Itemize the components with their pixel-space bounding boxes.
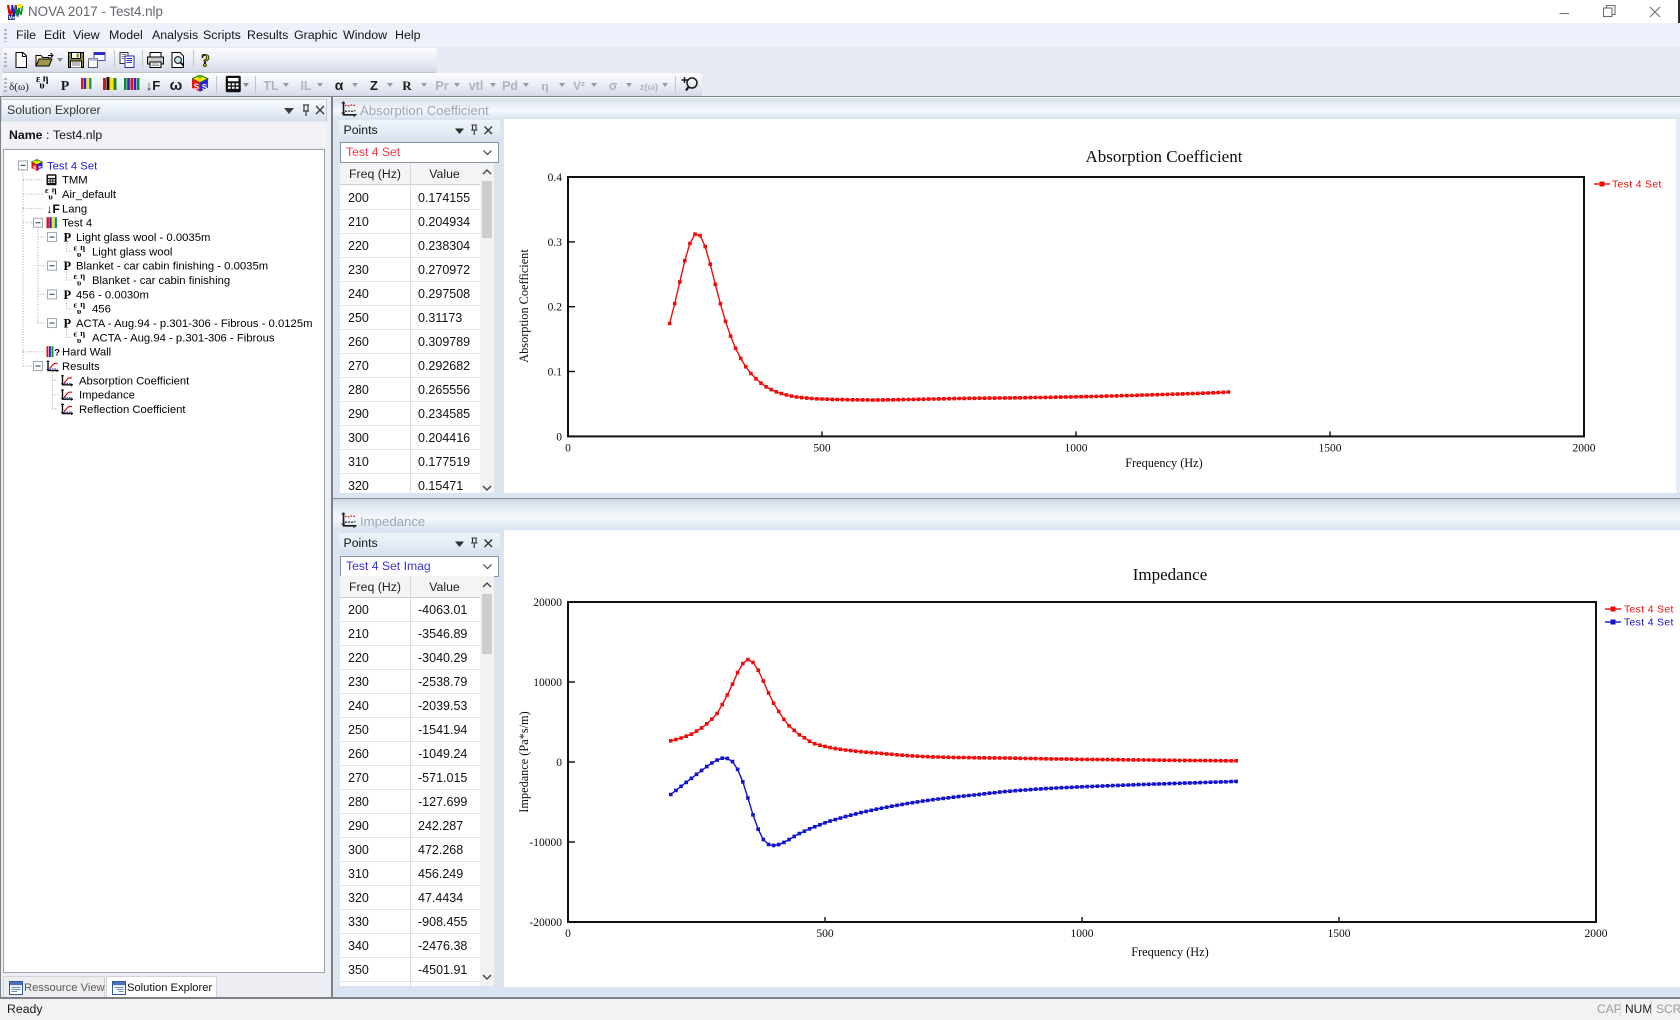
svg-text:S: S (33, 165, 37, 171)
svg-text:α: α (335, 77, 344, 93)
svg-text:Absorption Coefficient: Absorption Coefficient (517, 249, 531, 363)
svg-text:Light glass wool - 0.0035m: Light glass wool - 0.0035m (76, 232, 210, 244)
svg-text:Blanket - car cabin finishing: Blanket - car cabin finishing (92, 275, 230, 287)
svg-text:-20000: -20000 (529, 917, 562, 929)
svg-text:2000: 2000 (1573, 442, 1596, 454)
svg-text:?: ? (54, 348, 60, 359)
svg-text:σ: σ (609, 79, 618, 93)
svg-text:Frequency (Hz): Frequency (Hz) (1125, 456, 1203, 470)
svg-text:Reflection Coefficient: Reflection Coefficient (79, 404, 186, 416)
svg-text:Hard Wall: Hard Wall (62, 347, 111, 359)
svg-text:Impedance: Impedance (79, 390, 135, 402)
svg-text:Blanket - car cabin finishing: Blanket - car cabin finishing - 0.0035m (76, 261, 268, 273)
svg-text:υ: υ (48, 192, 53, 202)
svg-text:10000: 10000 (533, 677, 562, 689)
svg-text:456 - 0.0030m: 456 - 0.0030m (76, 289, 149, 301)
svg-text:υ: υ (77, 278, 82, 288)
svg-text:500: 500 (816, 928, 834, 940)
svg-text:0.4: 0.4 (548, 172, 563, 184)
svg-text:456: 456 (92, 304, 111, 316)
svg-text:Absorption Coefficient: Absorption Coefficient (1086, 147, 1243, 166)
svg-text:Test 4 Set: Test 4 Set (1624, 605, 1674, 616)
svg-text:Absorption Coefficient: Absorption Coefficient (79, 375, 190, 387)
svg-text:TMM: TMM (62, 175, 88, 187)
svg-text:δ(ω): δ(ω) (9, 81, 29, 93)
svg-text:ω: ω (170, 77, 183, 94)
svg-text:Test 4 Set: Test 4 Set (1624, 618, 1674, 629)
svg-text:P: P (64, 231, 72, 245)
svg-text:0: 0 (565, 928, 571, 940)
svg-text:0.1: 0.1 (548, 367, 563, 379)
svg-text:ACTA - Aug.94 - p.301-306 - Fi: ACTA - Aug.94 - p.301-306 - Fibrous - 0.… (76, 318, 313, 330)
svg-text:η: η (541, 78, 548, 93)
svg-text:↓F: ↓F (47, 202, 60, 216)
svg-text:500: 500 (813, 442, 831, 454)
svg-text:0.3: 0.3 (548, 237, 563, 249)
svg-text:Air_default: Air_default (62, 189, 117, 201)
svg-text:P: P (64, 259, 72, 273)
svg-text:Impedance: Impedance (1133, 565, 1208, 584)
svg-text:υ: υ (77, 335, 82, 345)
svg-text:υ: υ (77, 306, 82, 316)
svg-text:Test 4 Set: Test 4 Set (1612, 180, 1662, 191)
svg-text:Mec: Mec (9, 16, 19, 22)
svg-text:?: ? (201, 51, 210, 69)
svg-text:P: P (64, 317, 72, 331)
svg-text:1500: 1500 (1328, 928, 1351, 940)
svg-text:0.2: 0.2 (548, 302, 563, 314)
svg-text:Frequency (Hz): Frequency (Hz) (1131, 945, 1209, 959)
svg-text:0: 0 (556, 757, 562, 769)
svg-text:-10000: -10000 (529, 837, 562, 849)
svg-text:S: S (38, 166, 42, 172)
svg-text:z(ω): z(ω) (640, 82, 658, 92)
svg-text:1000: 1000 (1065, 442, 1088, 454)
svg-text:0: 0 (565, 442, 571, 454)
svg-text:R: R (402, 78, 412, 93)
svg-text:Lang: Lang (62, 203, 87, 215)
svg-text:Test 4 Set: Test 4 Set (47, 160, 98, 172)
svg-text:υ: υ (77, 249, 82, 259)
svg-text:1000: 1000 (1071, 928, 1094, 940)
svg-text:Test 4: Test 4 (62, 218, 92, 230)
svg-text:ACTA - Aug.94 - p.301-306 - Fi: ACTA - Aug.94 - p.301-306 - Fibrous (92, 332, 275, 344)
svg-text:2000: 2000 (1585, 928, 1608, 940)
svg-text:1500: 1500 (1319, 442, 1342, 454)
svg-text:S: S (194, 83, 199, 92)
svg-text:Results: Results (62, 361, 100, 373)
svg-text:0: 0 (556, 431, 562, 443)
svg-text:P: P (64, 288, 72, 302)
svg-text:Light glass wool: Light glass wool (92, 246, 172, 258)
svg-text:20000: 20000 (533, 597, 562, 609)
svg-text:P: P (60, 79, 69, 94)
svg-text:S: S (202, 83, 207, 92)
svg-text:Impedance (Pa*s/m): Impedance (Pa*s/m) (517, 711, 531, 812)
